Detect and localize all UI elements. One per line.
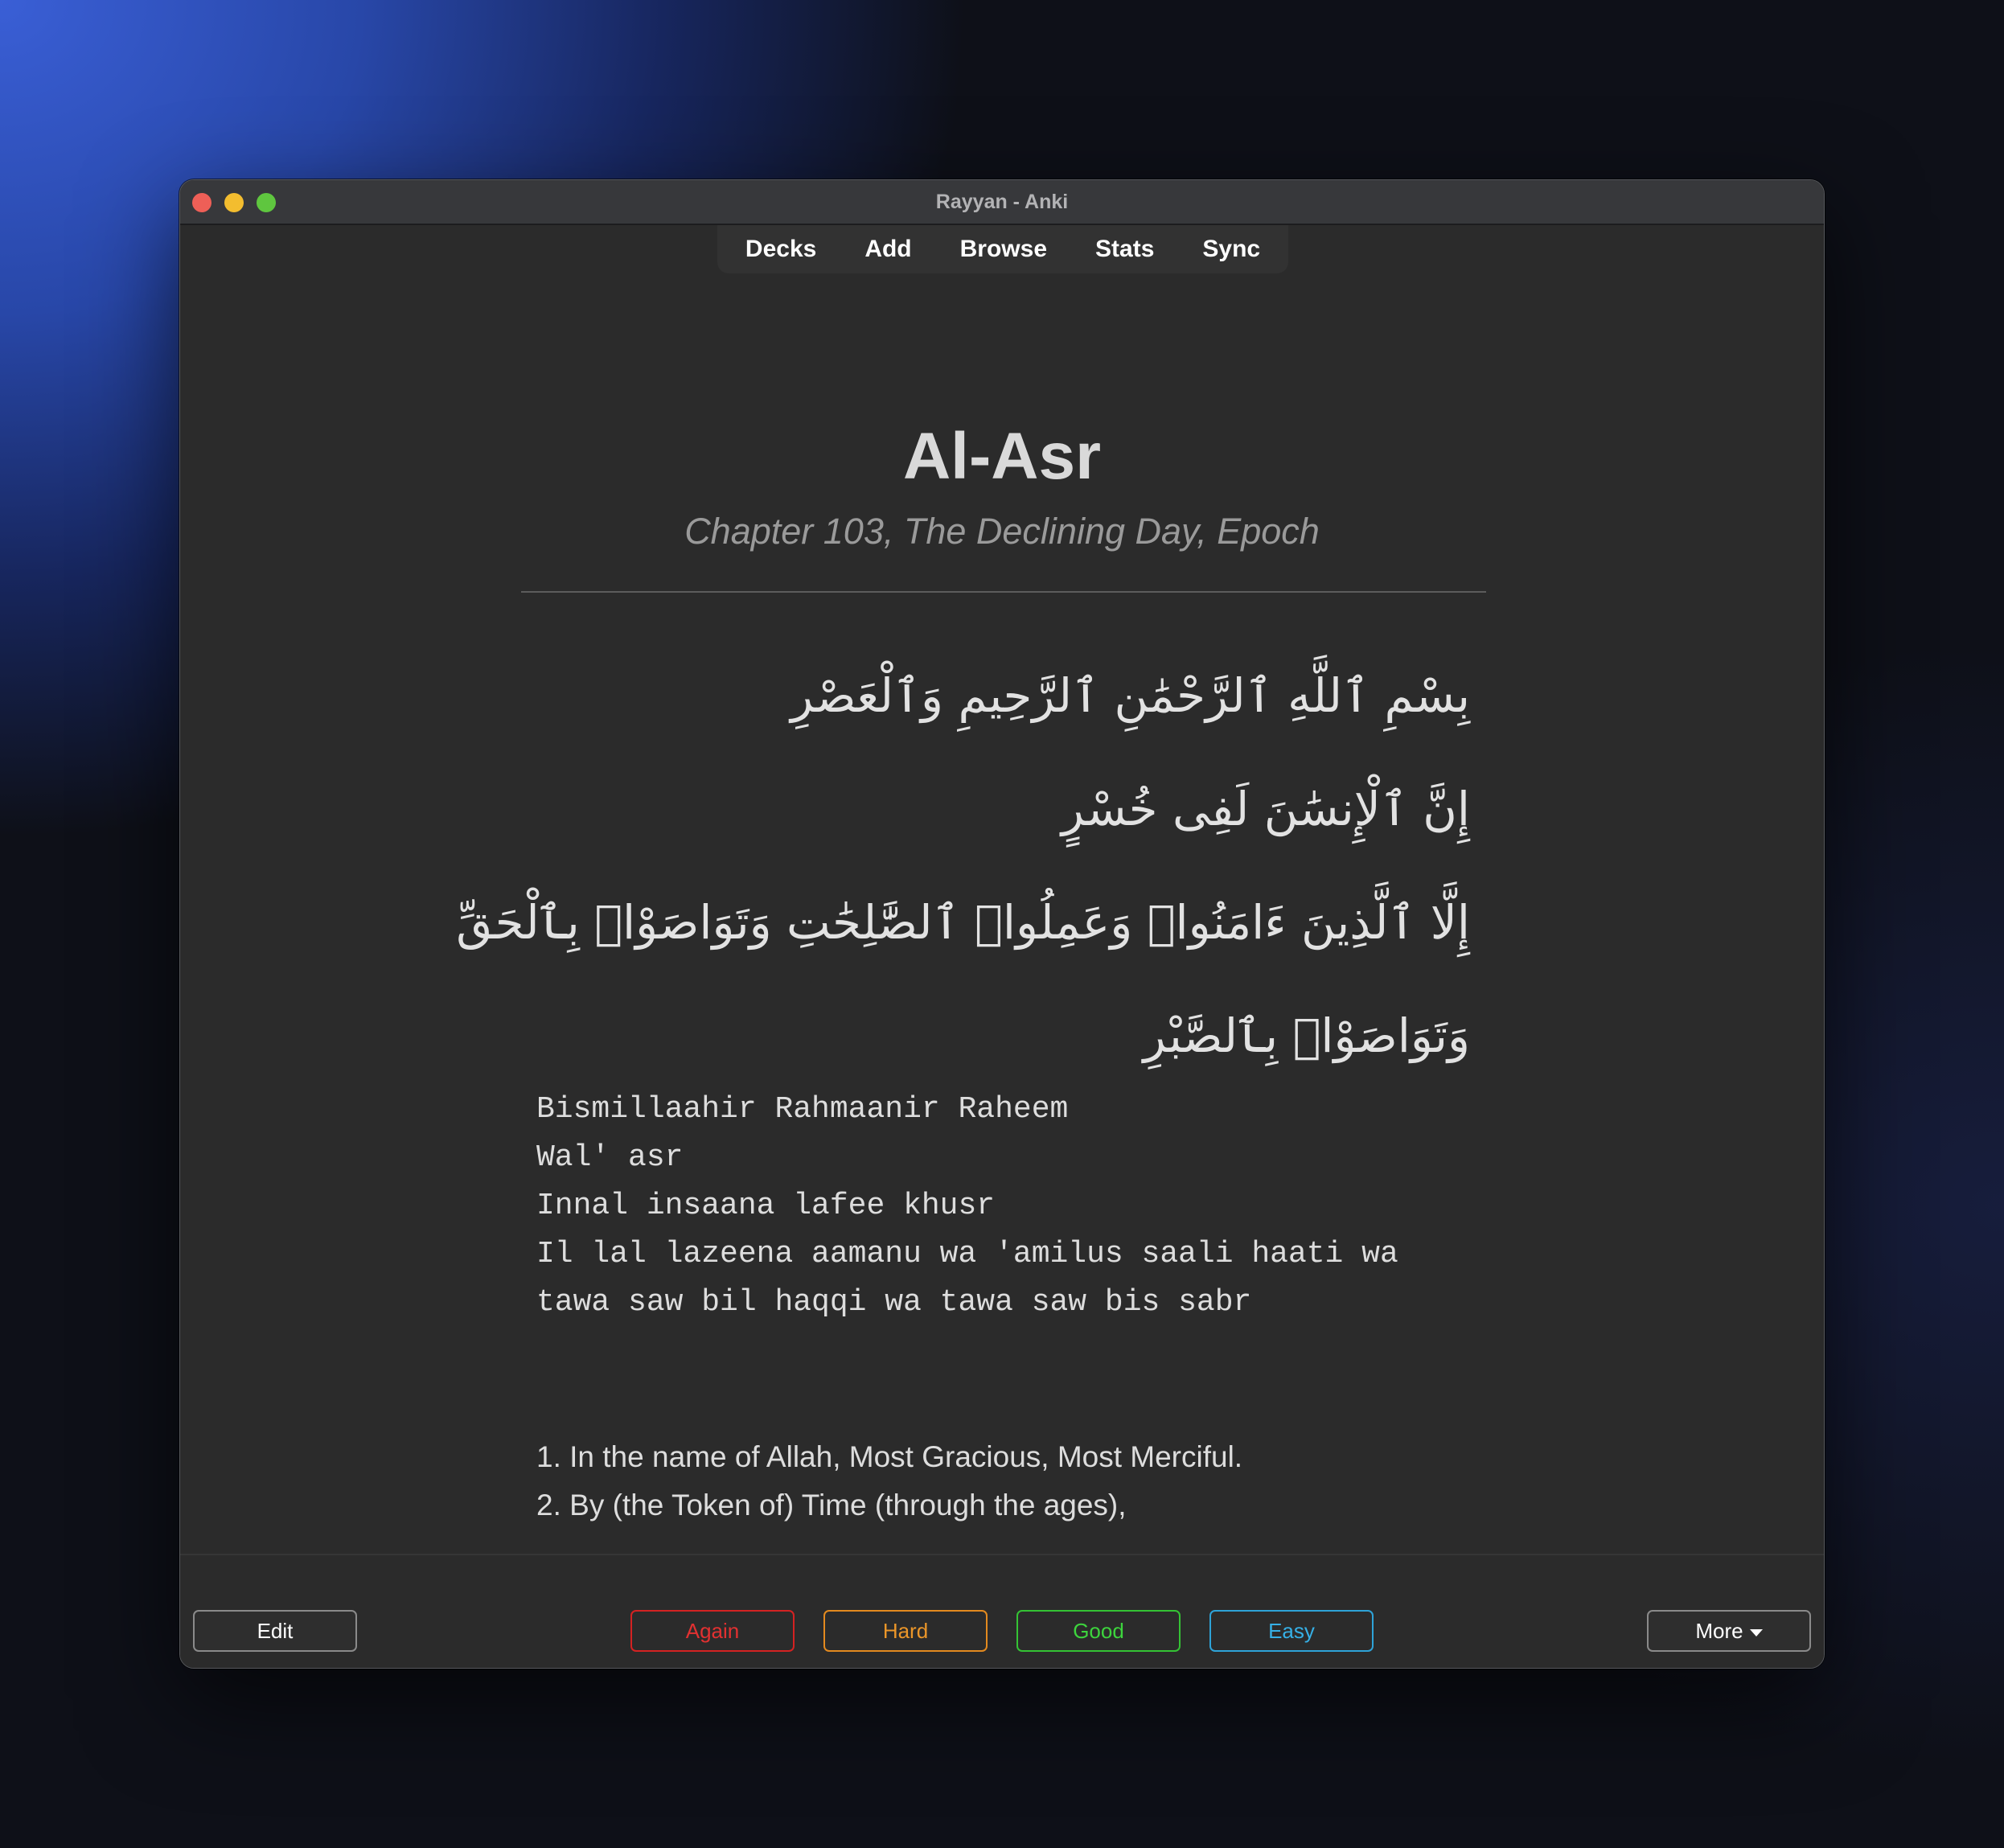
transliteration-line: Il lal lazeena aamanu wa 'amilus saali h… [536,1237,1398,1271]
more-button-label: More [1695,1619,1743,1643]
arabic-line: إِنَّ ٱلْإِنسَٰنَ لَفِى خُسْرٍ [1061,782,1470,836]
edit-button[interactable]: Edit [193,1610,357,1652]
title-bar: Rayyan - Anki [180,180,1824,225]
transliteration-text: Bismillaahir Rahmaanir Raheem Wal' asr I… [536,1086,1501,1327]
arabic-line: إِلَّا ٱلَّذِينَ ءَامَنُوا۟ وَعَمِلُوا۟ … [456,895,1470,950]
anki-window: Rayyan - Anki Decks Add Browse Stats Syn… [179,179,1825,1669]
card-divider [521,591,1486,593]
transliteration-line: Innal insaana lafee khusr [536,1189,996,1223]
toolbar-decks-link[interactable]: Decks [721,236,840,263]
toolbar-sync-link[interactable]: Sync [1178,236,1284,263]
card-subtitle: Chapter 103, The Declining Day, Epoch [684,511,1320,552]
again-button[interactable]: Again [630,1610,795,1652]
arabic-line: وَتَوَاصَوْا۟ بِٱلصَّبْرِ [1143,1008,1470,1063]
translation-line: 2. By (the Token of) Time (through the a… [536,1489,1127,1522]
translation-text: 1. In the name of Allah, Most Gracious, … [536,1433,1582,1530]
easy-button[interactable]: Easy [1209,1610,1374,1652]
more-button[interactable]: More [1647,1610,1811,1652]
arabic-line: بِسْمِ ٱللَّهِ ٱلرَّحْمَٰنِ ٱلرَّحِيمِ و… [791,668,1470,723]
card-title: Al-Asr [902,420,1102,493]
window-title: Rayyan - Anki [935,191,1069,213]
transliteration-line: Wal' asr [536,1140,684,1175]
card-content: Al-Asr Chapter 103, The Declining Day, E… [180,273,1824,1668]
answer-bar: Edit Again Hard Good Easy More [180,1554,1824,1668]
transliteration-line: tawa saw bil haqqi wa tawa saw bis sabr [536,1285,1252,1320]
arabic-text: بِسْمِ ٱللَّهِ ٱلرَّحْمَٰنِ ٱلرَّحِيمِ و… [456,639,1470,1093]
hard-button[interactable]: Hard [823,1610,988,1652]
main-toolbar: Decks Add Browse Stats Sync [717,225,1288,273]
toolbar-add-link[interactable]: Add [840,236,935,263]
translation-line: 1. In the name of Allah, Most Gracious, … [536,1440,1243,1473]
good-button[interactable]: Good [1016,1610,1181,1652]
toolbar-stats-link[interactable]: Stats [1071,236,1178,263]
caret-down-icon [1749,1628,1763,1637]
transliteration-line: Bismillaahir Rahmaanir Raheem [536,1092,1069,1127]
toolbar-browse-link[interactable]: Browse [936,236,1071,263]
